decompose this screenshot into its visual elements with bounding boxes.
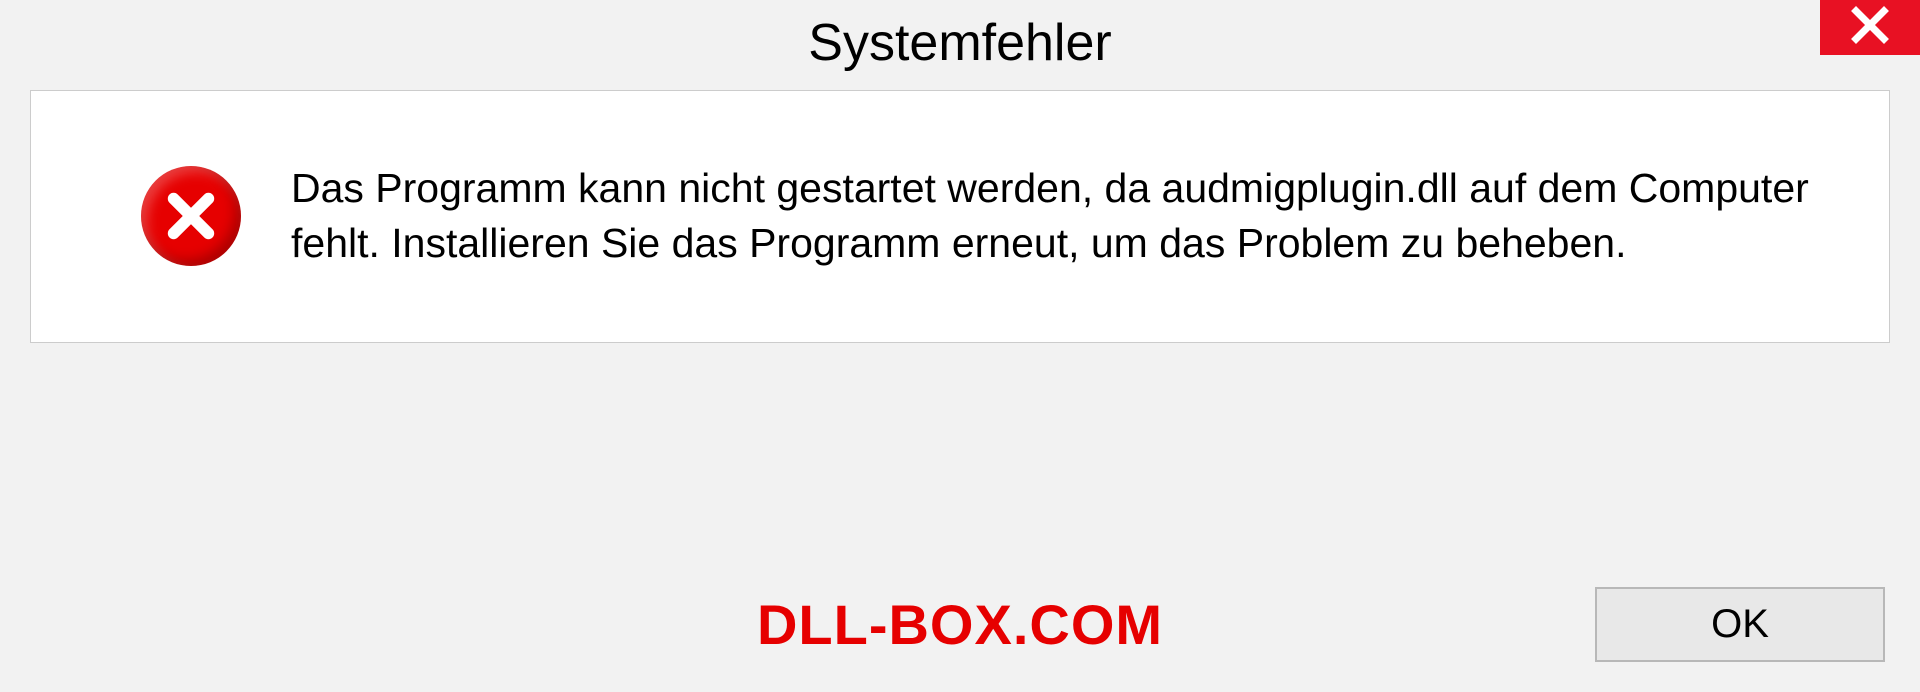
watermark-text: DLL-BOX.COM	[757, 592, 1163, 657]
footer: DLL-BOX.COM OK	[0, 587, 1920, 662]
error-icon	[141, 166, 241, 266]
close-icon	[1850, 5, 1890, 50]
error-message: Das Programm kann nicht gestartet werden…	[291, 161, 1839, 272]
close-button[interactable]	[1820, 0, 1920, 55]
dialog-title: Systemfehler	[808, 13, 1111, 73]
message-panel: Das Programm kann nicht gestartet werden…	[30, 90, 1890, 343]
title-bar: Systemfehler	[0, 0, 1920, 85]
ok-button[interactable]: OK	[1595, 587, 1885, 662]
